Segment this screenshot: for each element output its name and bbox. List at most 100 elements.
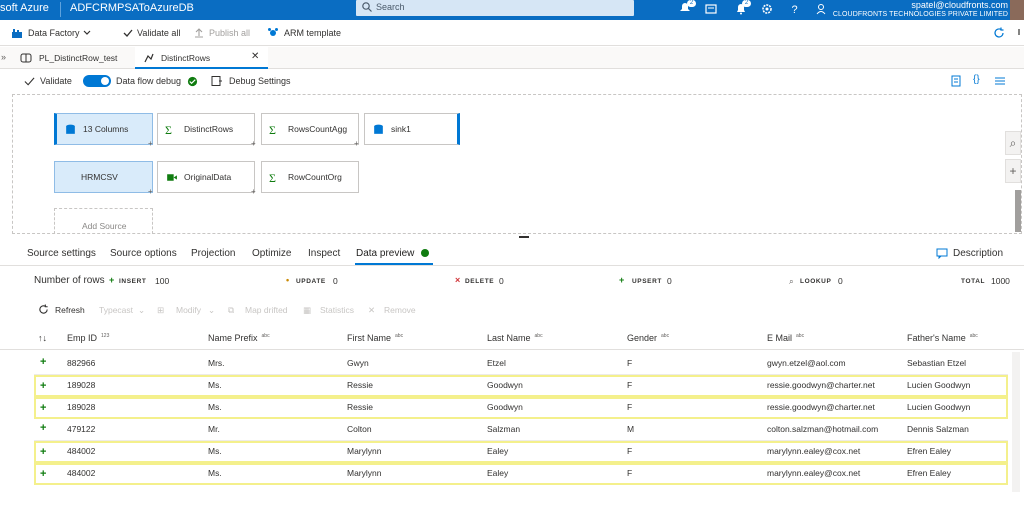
portal-filter-icon[interactable]: [704, 2, 718, 16]
add-transform-icon[interactable]: +: [251, 187, 256, 196]
script-icon[interactable]: [950, 75, 962, 87]
data-flow-canvas[interactable]: 13 Columns + Σ DistinctRows + Σ RowsCoun…: [12, 94, 1022, 234]
cell-name-prefix: Ms.: [208, 468, 222, 478]
close-icon[interactable]: ✕: [251, 51, 259, 62]
column-header-gender[interactable]: Gender abc: [627, 333, 669, 343]
check-icon: [24, 77, 35, 86]
node-label: RowsCountAgg: [288, 124, 348, 134]
cell-name-prefix: Mr.: [208, 424, 220, 434]
cell-gender: F: [627, 446, 633, 456]
cell-emp-id: 189028: [67, 402, 96, 412]
table-row[interactable]: + 479122 Mr. Colton Salzman M colton.sal…: [34, 419, 1008, 441]
cell-first-name: Colton: [347, 424, 372, 434]
properties-icon[interactable]: [994, 75, 1006, 87]
column-header-emp-id[interactable]: Emp ID 123: [67, 333, 109, 343]
data-flow-debug-toggle[interactable]: [83, 75, 111, 87]
column-name: Name Prefix: [208, 333, 258, 343]
statistics-button[interactable]: Statistics: [320, 305, 354, 315]
debug-settings-button[interactable]: Debug Settings: [229, 76, 291, 86]
aggregate-icon: Σ: [269, 123, 276, 136]
column-header-email[interactable]: E Mail abc: [767, 333, 804, 343]
cell-emp-id: 484002: [67, 446, 96, 456]
tab-pipeline[interactable]: PL_DistinctRow_test: [12, 47, 133, 69]
source-node-hrmcsv[interactable]: HRMCSV: [54, 161, 153, 193]
data-factory-icon: [12, 29, 22, 38]
column-name: Emp ID: [67, 333, 98, 343]
transform-node-rowscountagg[interactable]: Σ RowsCountAgg: [261, 113, 359, 145]
chevron-down-icon: ⌄: [138, 305, 146, 315]
source-node-13-columns[interactable]: 13 Columns: [54, 113, 153, 145]
canvas-search-icon[interactable]: ⌕: [1005, 131, 1021, 155]
transform-node-rowcountorg[interactable]: Σ RowCountOrg: [261, 161, 359, 193]
map-drifted-icon: ⧉: [228, 305, 235, 315]
add-transform-icon[interactable]: +: [251, 139, 256, 148]
account-info[interactable]: spatel@cloudfronts.com CLOUDFRONTS TECHN…: [833, 0, 1008, 19]
cell-fathers-name: Efren Ealey: [907, 446, 951, 456]
node-label: RowCountOrg: [288, 172, 342, 182]
transform-node-originaldata[interactable]: OriginalData: [157, 161, 255, 193]
table-row[interactable]: + 189028 Ms. Ressie Goodwyn F ressie.goo…: [34, 397, 1008, 419]
validate-button[interactable]: Validate: [40, 76, 72, 86]
expand-icon[interactable]: »: [1, 52, 6, 62]
sort-icon[interactable]: ↑↓: [38, 333, 47, 343]
table-row[interactable]: + 189028 Ms. Ressie Goodwyn F ressie.goo…: [34, 375, 1008, 397]
column-header-first-name[interactable]: First Name abc: [347, 333, 403, 343]
tab-optimize[interactable]: Optimize: [252, 248, 291, 259]
tab-projection[interactable]: Projection: [191, 248, 235, 259]
cell-name-prefix: Mrs.: [208, 358, 225, 368]
column-header-name-prefix[interactable]: Name Prefix abc: [208, 333, 270, 343]
map-drifted-button[interactable]: Map drifted: [245, 305, 288, 315]
cell-fathers-name: Lucien Goodwyn: [907, 380, 971, 390]
typecast-button[interactable]: Typecast: [99, 305, 133, 315]
pipeline-icon: [20, 53, 32, 63]
source-icon: [66, 124, 75, 134]
portal-brand[interactable]: soft Azure: [0, 2, 49, 14]
add-source-button[interactable]: Add Source: [54, 208, 153, 234]
search-box[interactable]: Search: [356, 0, 634, 16]
data-factory-button[interactable]: Data Factory: [28, 28, 80, 38]
avatar[interactable]: [1010, 0, 1024, 20]
canvas-scrollbar[interactable]: [1015, 190, 1021, 232]
cell-gender: M: [627, 424, 635, 434]
gear-icon[interactable]: [760, 2, 774, 16]
statistics-icon: ▦: [303, 305, 312, 315]
table-row[interactable]: + 882966 Mrs. Gwyn Etzel F gwyn.etzel@ao…: [34, 353, 1008, 375]
refresh-icon[interactable]: [993, 27, 1005, 39]
cell-last-name: Goodwyn: [487, 380, 523, 390]
table-scrollbar[interactable]: [1012, 352, 1020, 492]
tab-inspect[interactable]: Inspect: [308, 248, 340, 259]
refresh-button[interactable]: Refresh: [55, 305, 85, 315]
validate-all-button[interactable]: Validate all: [137, 28, 180, 38]
tab-data-preview[interactable]: Data preview: [356, 248, 414, 259]
add-transform-icon[interactable]: +: [148, 139, 153, 148]
feedback-icon[interactable]: [815, 2, 829, 16]
chevron-down-icon[interactable]: [81, 27, 93, 39]
arm-template-button[interactable]: ARM template: [284, 28, 341, 38]
column-header-fathers-name[interactable]: Father's Name abc: [907, 333, 978, 343]
publish-all-button[interactable]: Publish all: [209, 28, 250, 38]
arm-template-icon: [268, 28, 278, 36]
column-header-last-name[interactable]: Last Name abc: [487, 333, 543, 343]
panel-splitter[interactable]: [519, 236, 529, 238]
cell-email: marylynn.ealey@cox.net: [767, 446, 861, 456]
add-transform-icon[interactable]: +: [354, 139, 359, 148]
add-transform-icon[interactable]: +: [148, 187, 153, 196]
discard-icon[interactable]: [1013, 27, 1024, 39]
sink-node-sink1[interactable]: sink1: [364, 113, 460, 145]
tab-source-options[interactable]: Source options: [110, 248, 177, 259]
table-row[interactable]: + 484002 Ms. Marylynn Ealey F marylynn.e…: [34, 441, 1008, 463]
help-icon[interactable]: ?: [788, 2, 802, 16]
remove-button[interactable]: Remove: [384, 305, 416, 315]
modify-button[interactable]: Modify: [176, 305, 201, 315]
tab-source-settings[interactable]: Source settings: [27, 248, 96, 259]
table-row[interactable]: + 484002 Ms. Marylynn Ealey F marylynn.e…: [34, 463, 1008, 485]
code-icon[interactable]: {}: [973, 74, 980, 85]
cell-emp-id: 479122: [67, 424, 96, 434]
node-label: DistinctRows: [184, 124, 234, 134]
preview-table-header: ↑↓ Emp ID 123 Name Prefix abc First Name ab…: [0, 326, 1024, 350]
zoom-in-icon[interactable]: +: [1005, 159, 1021, 183]
transform-node-distinctrows[interactable]: Σ DistinctRows: [157, 113, 255, 145]
tab-distinctrows[interactable]: DistinctRows ✕: [135, 47, 268, 69]
description-button[interactable]: Description: [953, 248, 1003, 259]
factory-name[interactable]: ADFCRMPSAToAzureDB: [70, 2, 194, 14]
